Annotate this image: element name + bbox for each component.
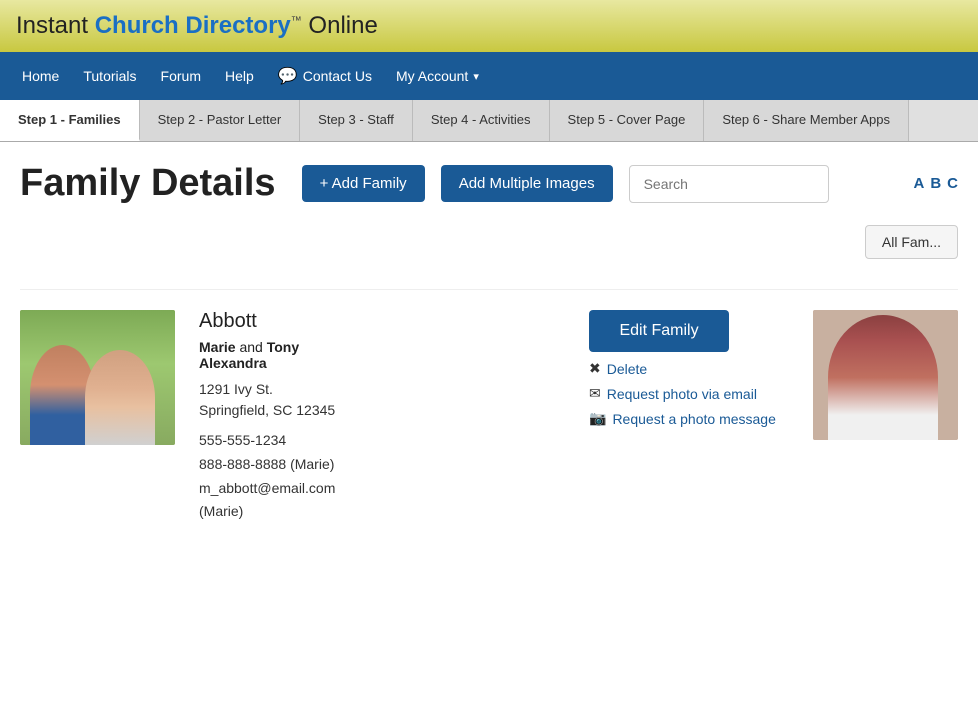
family-card: Abbott Marie and Tony Alexandra 1291 Ivy… <box>20 289 958 544</box>
add-multiple-images-button[interactable]: Add Multiple Images <box>441 165 613 202</box>
phone2: 888-888-8888 (Marie) <box>199 453 565 477</box>
nav-tutorials[interactable]: Tutorials <box>71 54 148 98</box>
top-header: Instant Church Directory™ Online <box>0 0 978 52</box>
woman-figure <box>828 315 938 440</box>
member-3: Alexandra <box>199 355 267 371</box>
family-address: 1291 Ivy St. Springfield, SC 12345 <box>199 379 565 421</box>
main-nav: Home Tutorials Forum Help 💬 Contact Us M… <box>0 52 978 100</box>
delete-family-link[interactable]: ✖ Delete <box>589 360 789 377</box>
logo: Instant Church Directory™ Online <box>16 12 378 40</box>
nav-contact[interactable]: 💬 Contact Us <box>266 52 384 100</box>
nav-forum[interactable]: Forum <box>149 54 213 98</box>
family-actions: Edit Family ✖ Delete ✉ Request photo via… <box>589 310 789 427</box>
nav-home[interactable]: Home <box>10 54 71 98</box>
alpha-link-c[interactable]: C <box>947 175 958 192</box>
dropdown-arrow-icon: ▾ <box>473 70 479 83</box>
step-5-tab[interactable]: Step 5 - Cover Page <box>550 100 705 141</box>
step-1-tab[interactable]: Step 1 - Families <box>0 100 140 141</box>
email: m_abbott@email.com (Marie) <box>199 477 565 525</box>
message-icon: 📷 <box>589 410 606 427</box>
person-2-silhouette <box>85 350 155 445</box>
family-photo <box>20 310 175 445</box>
delete-icon: ✖ <box>589 360 601 377</box>
member-2: Tony <box>267 339 299 355</box>
step-6-tab[interactable]: Step 6 - Share Member Apps <box>704 100 909 141</box>
step-4-tab[interactable]: Step 4 - Activities <box>413 100 550 141</box>
alpha-links: A B C <box>913 175 958 192</box>
add-family-button[interactable]: + Add Family <box>302 165 425 202</box>
phone1: 555-555-1234 <box>199 429 565 453</box>
member-photo <box>813 310 958 440</box>
family-header: Family Details + Add Family Add Multiple… <box>20 162 958 205</box>
edit-family-button[interactable]: Edit Family <box>589 310 729 352</box>
logo-tm: ™ <box>291 15 302 27</box>
steps-nav: Step 1 - Families Step 2 - Pastor Letter… <box>0 100 978 142</box>
member-1: Marie <box>199 339 236 355</box>
logo-plain: Instant <box>16 12 95 39</box>
page-title: Family Details <box>20 162 276 205</box>
family-contact: 555-555-1234 888-888-8888 (Marie) m_abbo… <box>199 429 565 524</box>
chat-icon: 💬 <box>278 66 298 86</box>
family-info: Abbott Marie and Tony Alexandra 1291 Ivy… <box>199 310 565 524</box>
nav-my-account[interactable]: My Account ▾ <box>384 54 491 98</box>
email-icon: ✉ <box>589 385 601 402</box>
step-2-tab[interactable]: Step 2 - Pastor Letter <box>140 100 301 141</box>
family-name: Abbott <box>199 310 565 333</box>
nav-help[interactable]: Help <box>213 54 266 98</box>
address-line2: Springfield, SC 12345 <box>199 400 565 421</box>
all-families-button[interactable]: All Fam... <box>865 225 958 259</box>
alpha-link-a[interactable]: A <box>913 175 924 192</box>
request-photo-email-link[interactable]: ✉ Request photo via email <box>589 385 789 402</box>
step-3-tab[interactable]: Step 3 - Staff <box>300 100 413 141</box>
search-input[interactable] <box>629 165 829 203</box>
all-families-row: All Fam... <box>20 225 958 259</box>
request-photo-message-link[interactable]: 📷 Request a photo message <box>589 410 789 427</box>
family-members: Marie and Tony Alexandra <box>199 339 565 371</box>
logo-church: Church Directory <box>95 12 291 39</box>
alpha-link-b[interactable]: B <box>930 175 941 192</box>
address-line1: 1291 Ivy St. <box>199 379 565 400</box>
main-content: Family Details + Add Family Add Multiple… <box>0 142 978 564</box>
logo-online: Online <box>302 12 378 39</box>
